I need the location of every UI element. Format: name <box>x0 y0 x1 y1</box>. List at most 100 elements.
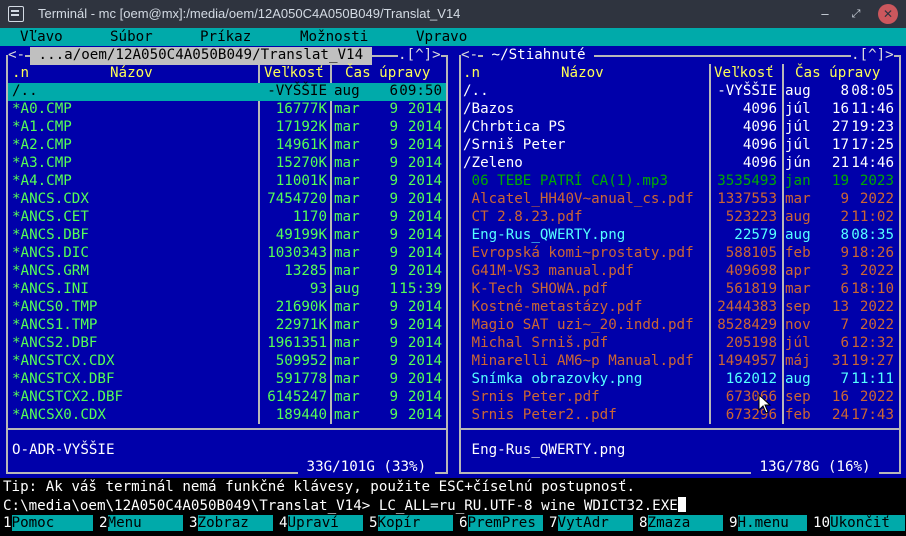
file-row[interactable]: *A0.CMP 16777K mar 9 2014 <box>8 101 446 119</box>
fkey-5[interactable]: 5Kopír <box>369 515 454 533</box>
file-row[interactable]: G41M-VS3 manual.pdf 409698 apr 3 2022 <box>461 263 899 281</box>
file-month: sep <box>785 389 811 405</box>
file-row[interactable]: *ANCS.CDX 7454720 mar 9 2014 <box>8 191 446 209</box>
minimize-icon[interactable]: – <box>815 4 835 24</box>
file-time: 2014 <box>407 299 442 315</box>
file-row[interactable]: Eng-Rus_QWERTY.png 22579 aug 8 08:35 <box>461 227 899 245</box>
file-row[interactable]: *ANCSX0.CDX 189440 mar 9 2014 <box>8 407 446 425</box>
file-day: 6 <box>840 335 849 351</box>
panel-corner-left[interactable]: <- <box>461 47 479 63</box>
file-time: 08:35 <box>851 227 894 243</box>
file-row[interactable]: *ANCSTCX2.DBF 6145247 mar 9 2014 <box>8 389 446 407</box>
panel-corner-right[interactable]: .[^]> <box>851 47 894 63</box>
file-time: 12:32 <box>851 335 894 351</box>
fkey-1[interactable]: 1Pomoc <box>3 515 94 533</box>
file-row[interactable]: /.. -VYŠŠIE aug 8 08:05 <box>461 83 899 101</box>
right-panel[interactable]: <- ~/Stiahnuté .[^]> .n Názov Veľkosť Ča… <box>453 46 906 478</box>
file-row[interactable]: *ANCS.DBF 49199K mar 9 2014 <box>8 227 446 245</box>
menu-command[interactable]: Príkaz <box>200 29 251 45</box>
column-header-sort[interactable]: .n <box>463 65 480 81</box>
menu-file[interactable]: Súbor <box>110 29 153 45</box>
file-month: mar <box>785 191 811 207</box>
file-row[interactable]: 06 TEBE PATRÍ CA(1).mp3 3535493 jan 19 2023 <box>461 173 899 191</box>
file-row[interactable]: Srnis Peter2..pdf 673296 feb 24 17:43 <box>461 407 899 425</box>
maximize-icon[interactable]: ⤢ <box>846 4 866 24</box>
file-row[interactable]: *ANCS.GRM 13285 mar 9 2014 <box>8 263 446 281</box>
file-row[interactable]: Magio SAT uzi~_20.indd.pdf 8528429 nov 7 202… <box>461 317 899 335</box>
file-row[interactable]: *ANCS0.TMP 21690K mar 9 2014 <box>8 299 446 317</box>
fkey-2[interactable]: 2Menu <box>99 515 184 533</box>
menubar: Vľavo Súbor Príkaz Možnosti Vpravo <box>0 28 906 46</box>
file-row[interactable]: *ANCS.INI 93 aug 1 15:39 <box>8 281 446 299</box>
menu-options[interactable]: Možnosti <box>300 29 368 45</box>
function-key-bar: 1Pomoc 2Menu 3Zobraz 4Upraví 5Kopír 6PremPres… <box>0 514 906 536</box>
file-row[interactable]: *A1.CMP 17192K mar 9 2014 <box>8 119 446 137</box>
file-row[interactable]: /Srniš Peter 4096 júl 17 17:25 <box>461 137 899 155</box>
file-size: 7454720 <box>267 191 327 207</box>
close-icon[interactable]: ✕ <box>878 4 898 24</box>
file-month: apr <box>785 263 811 279</box>
column-header-name[interactable]: Názov <box>561 65 604 81</box>
fkey-number: 2 <box>99 515 108 531</box>
file-time: 19:27 <box>851 353 894 369</box>
file-row[interactable]: Srnis Peter.pdf 673066 sep 16 2022 <box>461 389 899 407</box>
column-header-name[interactable]: Názov <box>110 65 153 81</box>
hint-line: Tip: Ak váš terminál nemá funkčné kláves… <box>3 479 636 495</box>
file-row[interactable]: /Bazos 4096 júl 16 11:46 <box>461 101 899 119</box>
file-row[interactable]: *ANCS1.TMP 22971K mar 9 2014 <box>8 317 446 335</box>
fkey-3[interactable]: 3Zobraz <box>189 515 274 533</box>
column-header-mtime[interactable]: Čas úpravy <box>345 65 430 81</box>
file-day: 9 <box>389 119 398 135</box>
left-panel[interactable]: <- ...a/oem/12A050C4A050B049/Translat_V1… <box>0 46 453 478</box>
file-row[interactable]: CT 2.8.23.pdf 523223 aug 2 11:02 <box>461 209 899 227</box>
file-month: aug <box>334 83 360 99</box>
file-row[interactable]: *ANCSTCX.DBF 591778 mar 9 2014 <box>8 371 446 389</box>
menu-right[interactable]: Vpravo <box>416 29 467 45</box>
fkey-number: 9 <box>729 515 738 531</box>
file-name: /Srniš Peter <box>463 137 566 153</box>
file-row[interactable]: *A2.CMP 14961K mar 9 2014 <box>8 137 446 155</box>
file-row[interactable]: Kostné-metastázy.pdf 2444383 sep 13 2022 <box>461 299 899 317</box>
fkey-4[interactable]: 4Upraví <box>279 515 364 533</box>
fkey-label: PremPres <box>467 515 544 531</box>
file-row[interactable]: Minarelli AM6~p Manual.pdf 1494957 máj 31 19… <box>461 353 899 371</box>
file-name: *ANCS.CDX <box>12 191 89 207</box>
left-panel-path[interactable]: ...a/oem/12A050C4A050B049/Translat_V14 <box>30 47 372 65</box>
file-row[interactable]: *ANCS2.DBF 1961351 mar 9 2014 <box>8 335 446 353</box>
file-row[interactable]: *A3.CMP 15270K mar 9 2014 <box>8 155 446 173</box>
file-month: mar <box>785 281 811 297</box>
file-row[interactable]: K-Tech SHOWA.pdf 561819 mar 6 18:10 <box>461 281 899 299</box>
panel-corner-right[interactable]: .[^]> <box>398 47 441 63</box>
column-header-size[interactable]: Veľkosť <box>264 65 324 81</box>
column-header-size[interactable]: Veľkosť <box>714 65 774 81</box>
file-size: 14961K <box>275 137 327 153</box>
fkey-7[interactable]: 7VytAdr <box>549 515 634 533</box>
file-row[interactable]: *ANCS.DIC 1030343 mar 9 2014 <box>8 245 446 263</box>
menu-left[interactable]: Vľavo <box>20 29 63 45</box>
fkey-8[interactable]: 8Zmaza <box>639 515 724 533</box>
file-row[interactable]: /Zeleno 4096 jún 21 14:46 <box>461 155 899 173</box>
file-size: 1494957 <box>717 353 777 369</box>
fkey-9[interactable]: 9H.menu <box>729 515 808 533</box>
column-header-sort[interactable]: .n <box>12 65 29 81</box>
file-row[interactable]: *ANCS.CET 1170 mar 9 2014 <box>8 209 446 227</box>
file-month: mar <box>334 389 360 405</box>
file-time: 19:23 <box>851 119 894 135</box>
file-row[interactable]: *A4.CMP 11001K mar 9 2014 <box>8 173 446 191</box>
file-row[interactable]: Michal Srniš.pdf 205198 júl 6 12:32 <box>461 335 899 353</box>
file-row[interactable]: /Chrbtica PS 4096 júl 27 19:23 <box>461 119 899 137</box>
disk-usage: 13G/78G (16%) <box>751 459 880 475</box>
file-row[interactable]: /.. -VYŠŠIE aug 6 09:50 <box>8 83 446 101</box>
file-row[interactable]: Snímka obrazovky.png 162012 aug 7 11:11 <box>461 371 899 389</box>
file-row[interactable]: *ANCSTCX.CDX 509952 mar 9 2014 <box>8 353 446 371</box>
panel-corner-left[interactable]: <- <box>8 47 26 63</box>
right-panel-path[interactable]: ~/Stiahnuté <box>483 47 595 65</box>
file-name: *A0.CMP <box>12 101 72 117</box>
file-row[interactable]: Evropská komi~prostaty.pdf 588105 feb 9 18:2… <box>461 245 899 263</box>
column-header-mtime[interactable]: Čas úpravy <box>795 65 880 81</box>
fkey-10[interactable]: 10Ukončiť <box>813 515 906 533</box>
command-line[interactable]: C:\media\oem\12A050C4A050B049\Translat_V… <box>3 497 686 514</box>
fkey-6[interactable]: 6PremPres <box>459 515 544 533</box>
file-name: Magio SAT uzi~_20.indd.pdf <box>463 317 694 333</box>
file-row[interactable]: Alcatel_HH40V~anual_cs.pdf 1337553 mar 9 202… <box>461 191 899 209</box>
